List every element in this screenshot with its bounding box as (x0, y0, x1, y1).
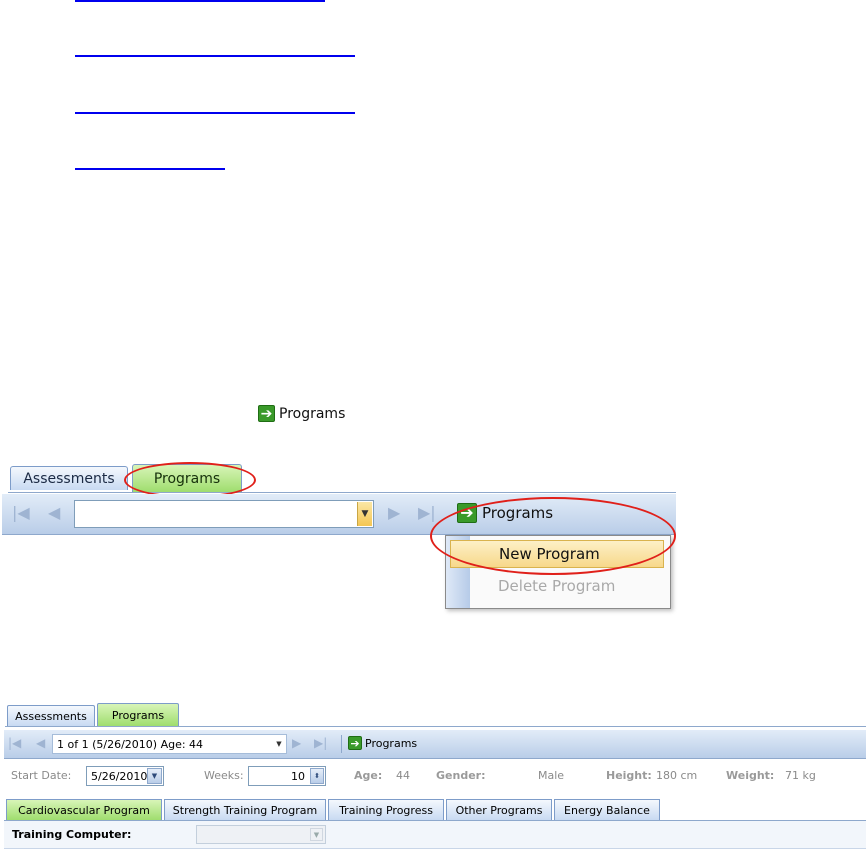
training-computer-row: Training Computer: ▼ (4, 821, 866, 849)
programs-menu-label: Programs (482, 504, 554, 522)
weight-label: Weight: (726, 769, 775, 782)
link-2[interactable] (75, 55, 355, 57)
age-value: 44 (396, 769, 410, 782)
weeks-stepper[interactable]: 10 ⬍ (248, 766, 326, 786)
previous-record-icon[interactable]: ◀ (36, 736, 45, 750)
green-arrow-icon: ➔ (457, 503, 477, 523)
record-selector-small[interactable]: 1 of 1 (5/26/2010) Age: 44 ▼ (52, 734, 287, 754)
calendar-dropdown-icon[interactable]: ▼ (147, 768, 162, 784)
green-arrow-icon: ➔ (348, 736, 362, 750)
navigation-toolbar-zoomed: |◀ ◀ ▼ ▶ ▶| ➔ Programs (2, 494, 676, 535)
program-subtabs: Cardiovascular Program Strength Training… (4, 796, 866, 821)
record-selector-value: 1 of 1 (5/26/2010) Age: 44 (57, 737, 204, 751)
tab-programs[interactable]: Programs (132, 464, 242, 492)
height-label: Height: (606, 769, 652, 782)
programs-menu-button-small[interactable]: ➔ Programs (348, 736, 417, 750)
last-record-icon[interactable]: ▶| (418, 503, 436, 522)
tab-programs-small[interactable]: Programs (97, 703, 179, 726)
spinner-icon[interactable]: ⬍ (310, 768, 324, 784)
link-1[interactable] (75, 0, 325, 2)
first-record-icon[interactable]: |◀ (12, 503, 30, 522)
tab-assessments-small[interactable]: Assessments (7, 705, 95, 726)
tab-training-progress[interactable]: Training Progress (328, 799, 444, 820)
gender-label: Gender: (436, 769, 486, 782)
chevron-down-icon[interactable]: ▼ (310, 828, 323, 841)
height-value: 180 cm (656, 769, 698, 782)
age-label: Age: (354, 769, 383, 782)
chevron-down-icon[interactable]: ▼ (273, 736, 285, 752)
tab-strength-training-program[interactable]: Strength Training Program (164, 799, 326, 820)
programs-button-example: ➔ Programs (258, 405, 345, 422)
program-info-row: Start Date: 5/26/2010 ▼ Weeks: 10 ⬍ Age:… (4, 760, 866, 792)
programs-menu-button[interactable]: ➔ Programs (457, 503, 553, 523)
menu-item-new-program[interactable]: New Program (450, 540, 664, 568)
green-arrow-icon: ➔ (258, 405, 275, 422)
tab-other-programs[interactable]: Other Programs (446, 799, 552, 820)
tab-cardiovascular-program[interactable]: Cardiovascular Program (6, 799, 162, 820)
weight-value: 71 kg (785, 769, 816, 782)
programs-button-label: Programs (279, 405, 346, 422)
last-record-icon[interactable]: ▶| (314, 736, 327, 750)
menu-item-delete-program[interactable]: Delete Program (450, 572, 664, 600)
programs-menu-label: Programs (365, 736, 418, 750)
first-record-icon[interactable]: |◀ (8, 736, 21, 750)
next-record-icon[interactable]: ▶ (388, 503, 400, 522)
main-tabs: Assessments Programs (5, 702, 866, 727)
start-date-label: Start Date: (11, 769, 72, 782)
tab-energy-balance[interactable]: Energy Balance (554, 799, 660, 820)
start-date-value: 5/26/2010 (91, 769, 148, 783)
start-date-field[interactable]: 5/26/2010 ▼ (86, 766, 164, 786)
record-selector[interactable]: ▼ (74, 500, 374, 528)
tab-assessments[interactable]: Assessments (10, 466, 128, 490)
training-computer-label: Training Computer: (12, 828, 132, 841)
main-tabs-zoomed: Assessments Programs (8, 462, 676, 493)
previous-record-icon[interactable]: ◀ (48, 503, 60, 522)
link-3[interactable] (75, 112, 355, 114)
toolbar-separator (341, 735, 342, 753)
weeks-label: Weeks: (204, 769, 244, 782)
chevron-down-icon[interactable]: ▼ (357, 502, 372, 526)
link-4[interactable] (75, 168, 225, 170)
weeks-value: 10 (291, 769, 305, 783)
gender-value: Male (538, 769, 565, 782)
navigation-toolbar: |◀ ◀ 1 of 1 (5/26/2010) Age: 44 ▼ ▶ ▶| ➔… (4, 730, 866, 759)
training-computer-select[interactable]: ▼ (196, 825, 326, 844)
programs-dropdown-menu: New Program Delete Program (445, 535, 671, 609)
next-record-icon[interactable]: ▶ (292, 736, 301, 750)
